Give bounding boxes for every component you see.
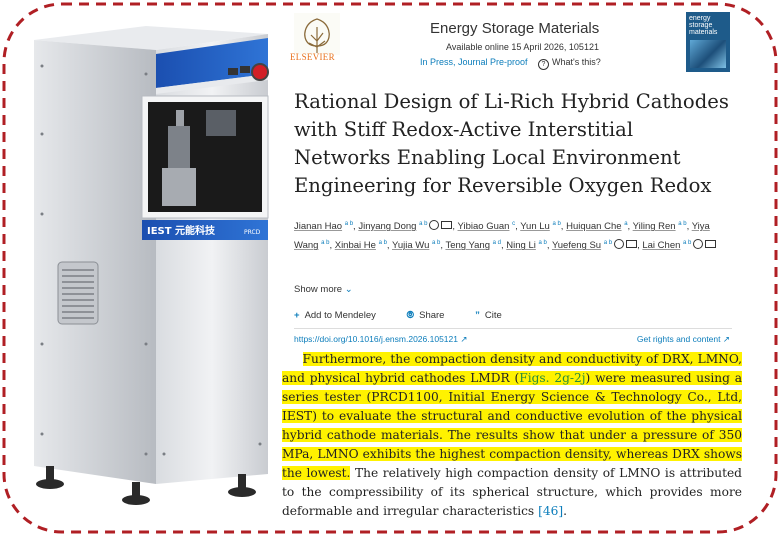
tester-machine-image: IEST 元能科技 PRCD <box>34 26 269 505</box>
journal-name[interactable]: Energy Storage Materials <box>430 20 599 37</box>
author-affiliation: c <box>512 221 516 227</box>
doi-text: https://doi.org/10.1016/j.ensm.2026.1051… <box>294 334 458 344</box>
mendeley-label: Add to Mendeley <box>304 310 376 321</box>
plus-icon: + <box>294 310 300 321</box>
person-icon <box>693 239 704 250</box>
author-name: Teng Yang <box>445 240 491 252</box>
quote-icon: ” <box>475 310 480 321</box>
person-icon <box>614 239 625 250</box>
author-affiliation: a b <box>321 240 330 247</box>
author-affiliation: a b <box>538 240 547 247</box>
in-press-link[interactable]: In Press, Journal Pre-proof <box>420 57 528 67</box>
author-affiliation: a b <box>344 221 354 227</box>
person-icon <box>429 220 440 231</box>
author-name: Huiquan Che <box>566 221 622 233</box>
author-item[interactable]: Lai Chen a b <box>642 239 717 252</box>
author-name: Xinbai He <box>334 240 376 252</box>
author-name: Yujia Wu <box>392 240 430 252</box>
cover-artwork <box>690 40 726 68</box>
author-item[interactable]: Jianan Hao a b <box>294 221 353 232</box>
author-affiliation: a b <box>419 221 428 227</box>
author-affiliation: a b <box>683 240 692 247</box>
whats-this-label: What's this? <box>552 57 601 67</box>
author-list: Jianan Hao a b, Jinyang Dong a b, Yibiao… <box>294 216 734 254</box>
author-name: Jianan Hao <box>294 221 343 233</box>
doi-row: https://doi.org/10.1016/j.ensm.2026.1051… <box>294 334 730 345</box>
author-name: Yun Lu <box>520 221 550 233</box>
author-affiliation: a <box>624 221 628 227</box>
question-icon: ? <box>538 59 549 70</box>
add-to-mendeley-button[interactable]: + Add to Mendeley <box>294 310 390 321</box>
author-name: Yuefeng Su <box>551 240 602 252</box>
body-text: The relatively high compaction density o… <box>282 466 742 518</box>
machine-model-label: PRCD <box>244 229 261 236</box>
author-affiliation: a b <box>678 221 687 227</box>
chevron-down-icon: ⌄ <box>344 284 353 295</box>
author-name: Yiling Ren <box>632 221 676 233</box>
show-more-button[interactable]: Show more ⌄ <box>294 284 353 295</box>
rights-link[interactable]: Get rights and content ↗ <box>637 334 730 345</box>
email-icon <box>705 240 717 249</box>
share-button[interactable]: ⦾ Share <box>407 310 459 321</box>
divider <box>294 328 732 329</box>
highlighted-text-2: ) were measured using a series tester (P… <box>282 371 742 480</box>
author-item[interactable]: Xinbai He a b <box>335 240 387 251</box>
whats-this-link[interactable]: ? What's this? <box>538 57 601 70</box>
machine-brand-label: IEST 元能科技 <box>147 224 216 237</box>
author-affiliation: a b <box>378 240 387 247</box>
share-label: Share <box>419 310 445 321</box>
author-item[interactable]: Teng Yang a d <box>445 240 501 251</box>
cite-button[interactable]: ” Cite <box>475 310 516 321</box>
available-online-date: Available online 15 April 2026, 105121 <box>446 42 599 52</box>
reference-link[interactable]: [46] <box>538 504 563 518</box>
author-item[interactable]: Yiling Ren a b <box>633 221 687 232</box>
author-item[interactable]: Yuefeng Su a b <box>551 239 638 252</box>
author-affiliation: a b <box>603 240 613 247</box>
author-name: Jinyang Dong <box>358 221 417 233</box>
author-item[interactable]: Jinyang Dong a b <box>358 220 453 233</box>
author-item[interactable]: Yujia Wu a b <box>392 240 440 251</box>
author-item[interactable]: Yibiao Guan c <box>458 221 516 232</box>
cite-label: Cite <box>484 310 502 321</box>
email-icon <box>441 221 453 230</box>
author-name: Lai Chen <box>642 240 681 252</box>
external-link-icon: ↗ <box>460 334 468 344</box>
author-name: Yibiao Guan <box>457 221 510 233</box>
author-item[interactable]: Yun Lu a b <box>520 221 561 232</box>
article-title: Rational Design of Li-Rich Hybrid Cathod… <box>294 90 729 197</box>
show-more-label: Show more <box>294 284 343 295</box>
email-icon <box>626 240 638 249</box>
author-affiliation: a b <box>552 221 561 227</box>
publisher-name: ELSEVIER <box>290 52 335 62</box>
article-toolbar: + Add to Mendeley ⦾ Share ” Cite <box>294 310 530 321</box>
doi-link[interactable]: https://doi.org/10.1016/j.ensm.2026.1051… <box>294 334 467 344</box>
rights-text: Get rights and content <box>636 334 721 344</box>
share-icon: ⦾ <box>406 310 415 321</box>
article-body-paragraph: Furthermore, the compaction density and … <box>282 350 742 521</box>
journal-cover-image[interactable]: energy storage materials <box>686 12 730 72</box>
body-end: . <box>563 504 567 518</box>
external-link-icon: ↗ <box>722 334 730 344</box>
author-item[interactable]: Huiquan Che a <box>566 221 627 232</box>
author-item[interactable]: Ning Li a b <box>506 240 547 251</box>
cover-title: energy storage materials <box>689 15 718 36</box>
author-affiliation: a d <box>492 240 501 247</box>
author-name: Ning Li <box>506 240 536 252</box>
author-affiliation: a b <box>432 240 441 247</box>
figure-link[interactable]: Figs. 2g-2j <box>519 371 586 385</box>
